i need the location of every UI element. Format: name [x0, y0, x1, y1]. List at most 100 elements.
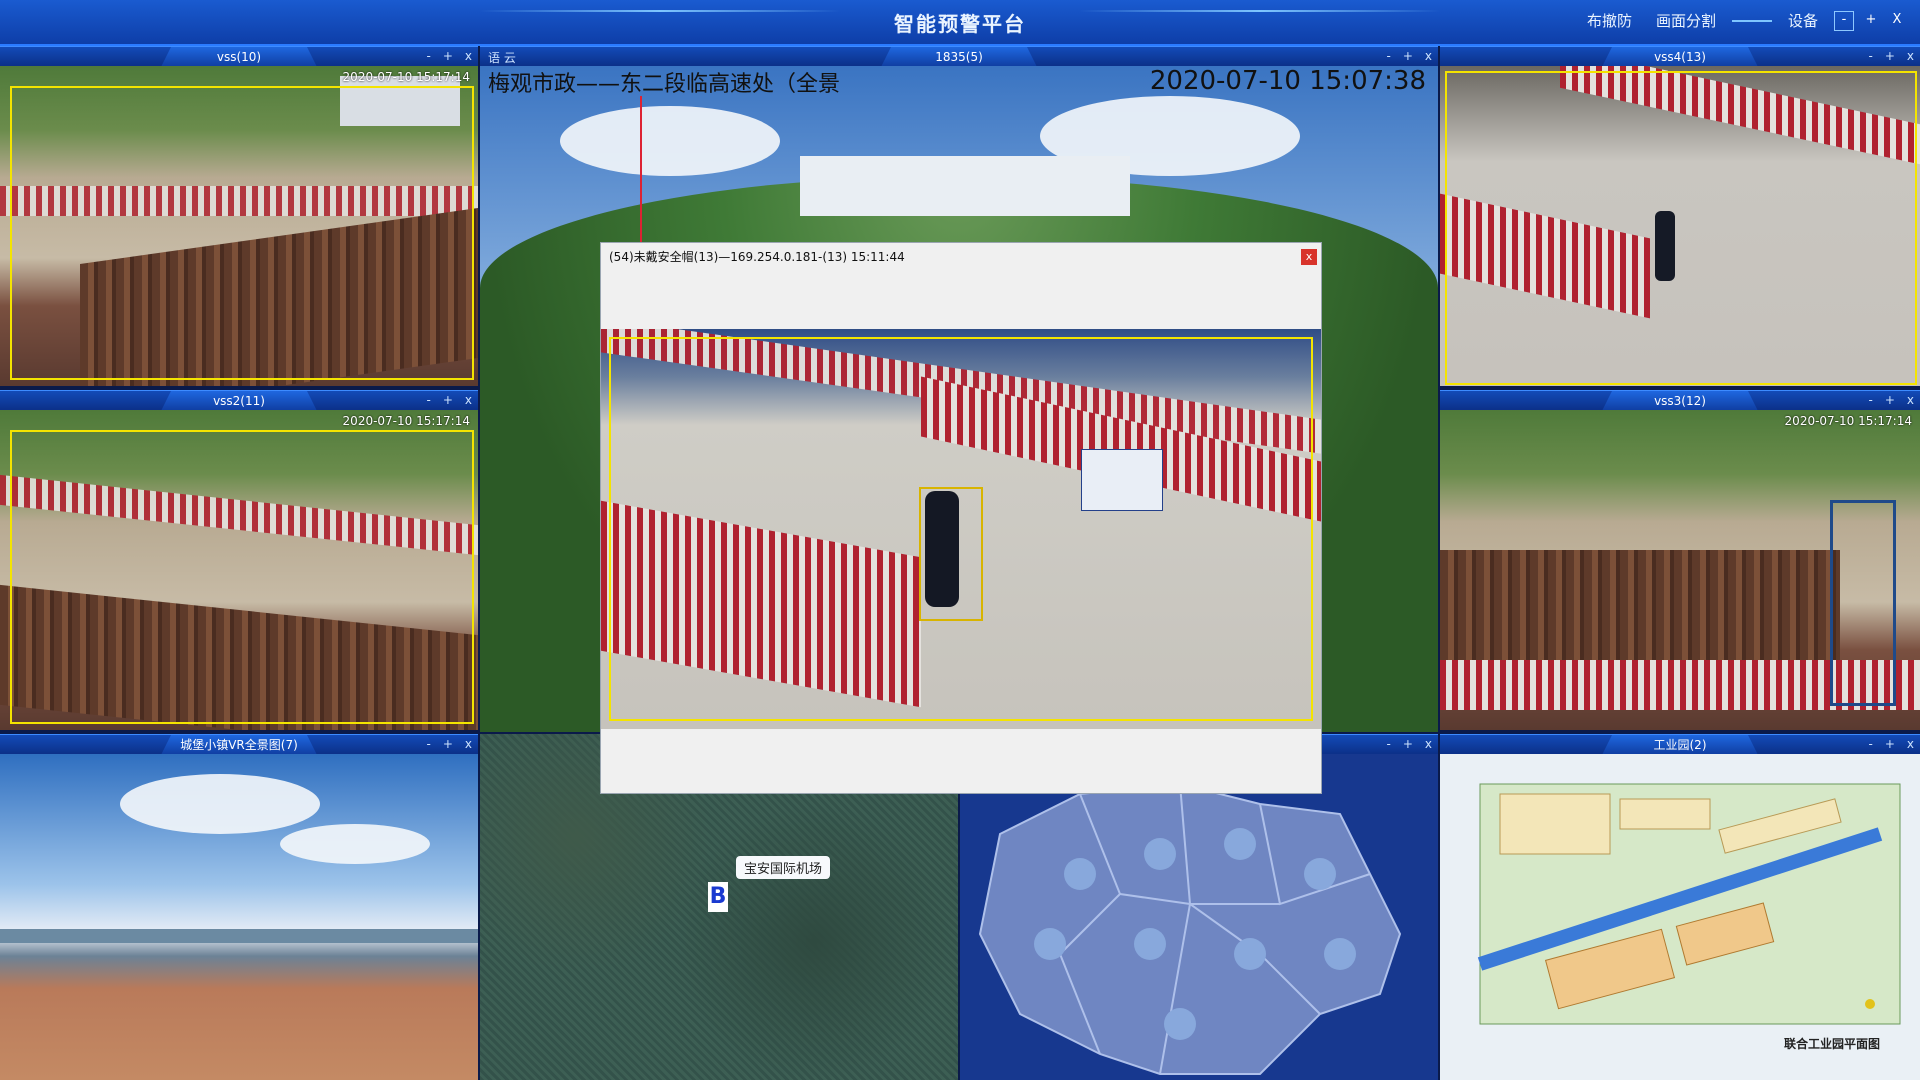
cloud	[560, 106, 780, 176]
panel-header: vss(10) - + x	[0, 46, 478, 67]
river	[0, 929, 478, 943]
panel-minimize-button[interactable]: -	[1868, 737, 1872, 751]
panel-controls: - + x	[426, 393, 472, 407]
district-node[interactable]	[1304, 858, 1336, 890]
detection-zone	[10, 86, 474, 380]
panel-controls: - + x	[1868, 393, 1914, 407]
panel-minimize-button[interactable]: -	[1386, 49, 1390, 63]
detection-zone	[609, 337, 1313, 721]
map-marker[interactable]: B	[708, 882, 728, 912]
arm-disarm-button[interactable]: 布撤防	[1579, 10, 1640, 31]
panel-title: vss2(11)	[161, 391, 317, 411]
camera-panel-vss3: vss3(12) - + x 2020-07-10 15:17:14	[1440, 390, 1920, 730]
top-actions: 布撤防 画面分割 设备 - + X	[1579, 10, 1906, 31]
park-plan[interactable]: 联合工业园平面图	[1440, 754, 1920, 1080]
dialog-title: (54)未戴安全帽(13)—169.254.0.181-(13) 15:11:4…	[609, 250, 905, 264]
panel-minimize-button[interactable]: -	[426, 49, 430, 63]
cloud	[120, 774, 320, 834]
camera-feed[interactable]: 2020-07-10 15:17:14	[0, 410, 478, 730]
park-plan-drawing	[1477, 783, 1901, 1025]
close-button[interactable]: X	[1888, 12, 1906, 30]
district-node[interactable]	[1134, 928, 1166, 960]
panel-close-button[interactable]: x	[465, 737, 472, 751]
district-node[interactable]	[1224, 828, 1256, 860]
panel-minimize-button[interactable]: -	[426, 737, 430, 751]
panel-header: vss3(12) - + x	[1440, 390, 1920, 411]
camera-panel-vss2: vss2(11) - + x 2020-07-10 15:17:14	[0, 390, 478, 730]
camera-timestamp: 2020-07-10 15:17:14	[342, 70, 470, 84]
panel-title: 工业园(2)	[1602, 735, 1758, 755]
panel-title: vss(10)	[161, 47, 317, 67]
industrial-park-panel: 工业园(2) - + x 联合工业园平面图	[1440, 734, 1920, 1080]
cloud	[280, 824, 430, 864]
panel-close-button[interactable]: x	[1907, 737, 1914, 751]
panel-title: 1835(5)	[881, 47, 1037, 67]
panel-maximize-button[interactable]: +	[1403, 737, 1413, 751]
camera-location-label: 梅观市政——东二段临高速处（全景	[488, 72, 841, 97]
plan-caption: 联合工业园平面图	[1783, 1037, 1880, 1051]
panel-header: vss2(11) - + x	[0, 390, 478, 411]
camera-feed[interactable]: 2020-07-10 15:17:14	[1440, 410, 1920, 730]
panel-minimize-button[interactable]: -	[1868, 393, 1872, 407]
district-node[interactable]	[1144, 838, 1176, 870]
panel-maximize-button[interactable]: +	[1885, 737, 1895, 751]
district-node[interactable]	[1324, 938, 1356, 970]
detection-zone	[10, 430, 474, 724]
district-node[interactable]	[1034, 928, 1066, 960]
panel-close-button[interactable]: x	[465, 393, 472, 407]
panel-controls: - + x	[426, 737, 472, 751]
panel-close-button[interactable]: x	[465, 49, 472, 63]
camera-panel-vss4: vss4(13) - + x	[1440, 46, 1920, 386]
dialog-close-button[interactable]: x	[1301, 249, 1317, 265]
camera-feed[interactable]	[1440, 66, 1920, 386]
alarm-dialog: (54)未戴安全帽(13)—169.254.0.181-(13) 15:11:4…	[600, 242, 1322, 794]
panel-close-button[interactable]: x	[1425, 737, 1432, 751]
panel-minimize-button[interactable]: -	[1868, 49, 1872, 63]
panel-header: 语 云 1835(5) - + x	[480, 46, 1438, 67]
panel-minimize-button[interactable]: -	[1386, 737, 1390, 751]
panel-maximize-button[interactable]: +	[1885, 49, 1895, 63]
panel-controls: - + x	[426, 49, 472, 63]
panel-title: vss4(13)	[1602, 47, 1758, 67]
scaffold-tower	[1830, 500, 1896, 706]
panel-maximize-button[interactable]: +	[1885, 393, 1895, 407]
panel-controls: - + x	[1386, 49, 1432, 63]
minimize-button[interactable]: -	[1834, 10, 1854, 31]
panel-maximize-button[interactable]: +	[1403, 49, 1413, 63]
building	[800, 156, 1130, 216]
map-place-label[interactable]: 宝安国际机场	[736, 856, 831, 879]
district-node[interactable]	[1164, 1008, 1196, 1040]
panel-controls: - + x	[1386, 737, 1432, 751]
district-node[interactable]	[1234, 938, 1266, 970]
camera-timestamp: 2020-07-10 15:17:14	[1784, 414, 1912, 428]
panel-title: 城堡小镇VR全景图(7)	[161, 735, 317, 755]
panel-maximize-button[interactable]: +	[443, 393, 453, 407]
panel-controls: - + x	[1868, 49, 1914, 63]
alarm-snapshot[interactable]	[601, 329, 1321, 729]
title-decoration-right	[1080, 10, 1440, 12]
top-bar: 智能预警平台 布撤防 画面分割 设备 - + X	[0, 0, 1920, 46]
district-map[interactable]	[960, 754, 1438, 1080]
vr-panorama-panel: 城堡小镇VR全景图(7) - + x	[0, 734, 478, 1080]
camera-feed[interactable]: 2020-07-10 15:17:14	[0, 66, 478, 386]
panel-maximize-button[interactable]: +	[443, 737, 453, 751]
district-map-shape	[978, 782, 1402, 1075]
panel-minimize-button[interactable]: -	[426, 393, 430, 407]
panel-close-button[interactable]: x	[1425, 49, 1432, 63]
device-button[interactable]: 设备	[1780, 10, 1826, 31]
panel-maximize-button[interactable]: +	[443, 49, 453, 63]
vr-image[interactable]	[0, 754, 478, 1080]
maximize-button[interactable]: +	[1862, 12, 1880, 30]
panel-title: vss3(12)	[1602, 391, 1758, 411]
district-node[interactable]	[1064, 858, 1096, 890]
camera-panel-vss10: vss(10) - + x 2020-07-10 15:17:14	[0, 46, 478, 386]
piling-wall	[1440, 550, 1840, 660]
panel-close-button[interactable]: x	[1907, 393, 1914, 407]
panel-header: vss4(13) - + x	[1440, 46, 1920, 67]
panel-close-button[interactable]: x	[1907, 49, 1914, 63]
camera-timestamp: 2020-07-10 15:07:38	[1149, 66, 1426, 96]
screen-split-button[interactable]: 画面分割	[1648, 10, 1724, 31]
panel-tab[interactable]: 语 云	[488, 49, 516, 66]
divider	[1731, 19, 1772, 22]
panel-header: 城堡小镇VR全景图(7) - + x	[0, 734, 478, 755]
